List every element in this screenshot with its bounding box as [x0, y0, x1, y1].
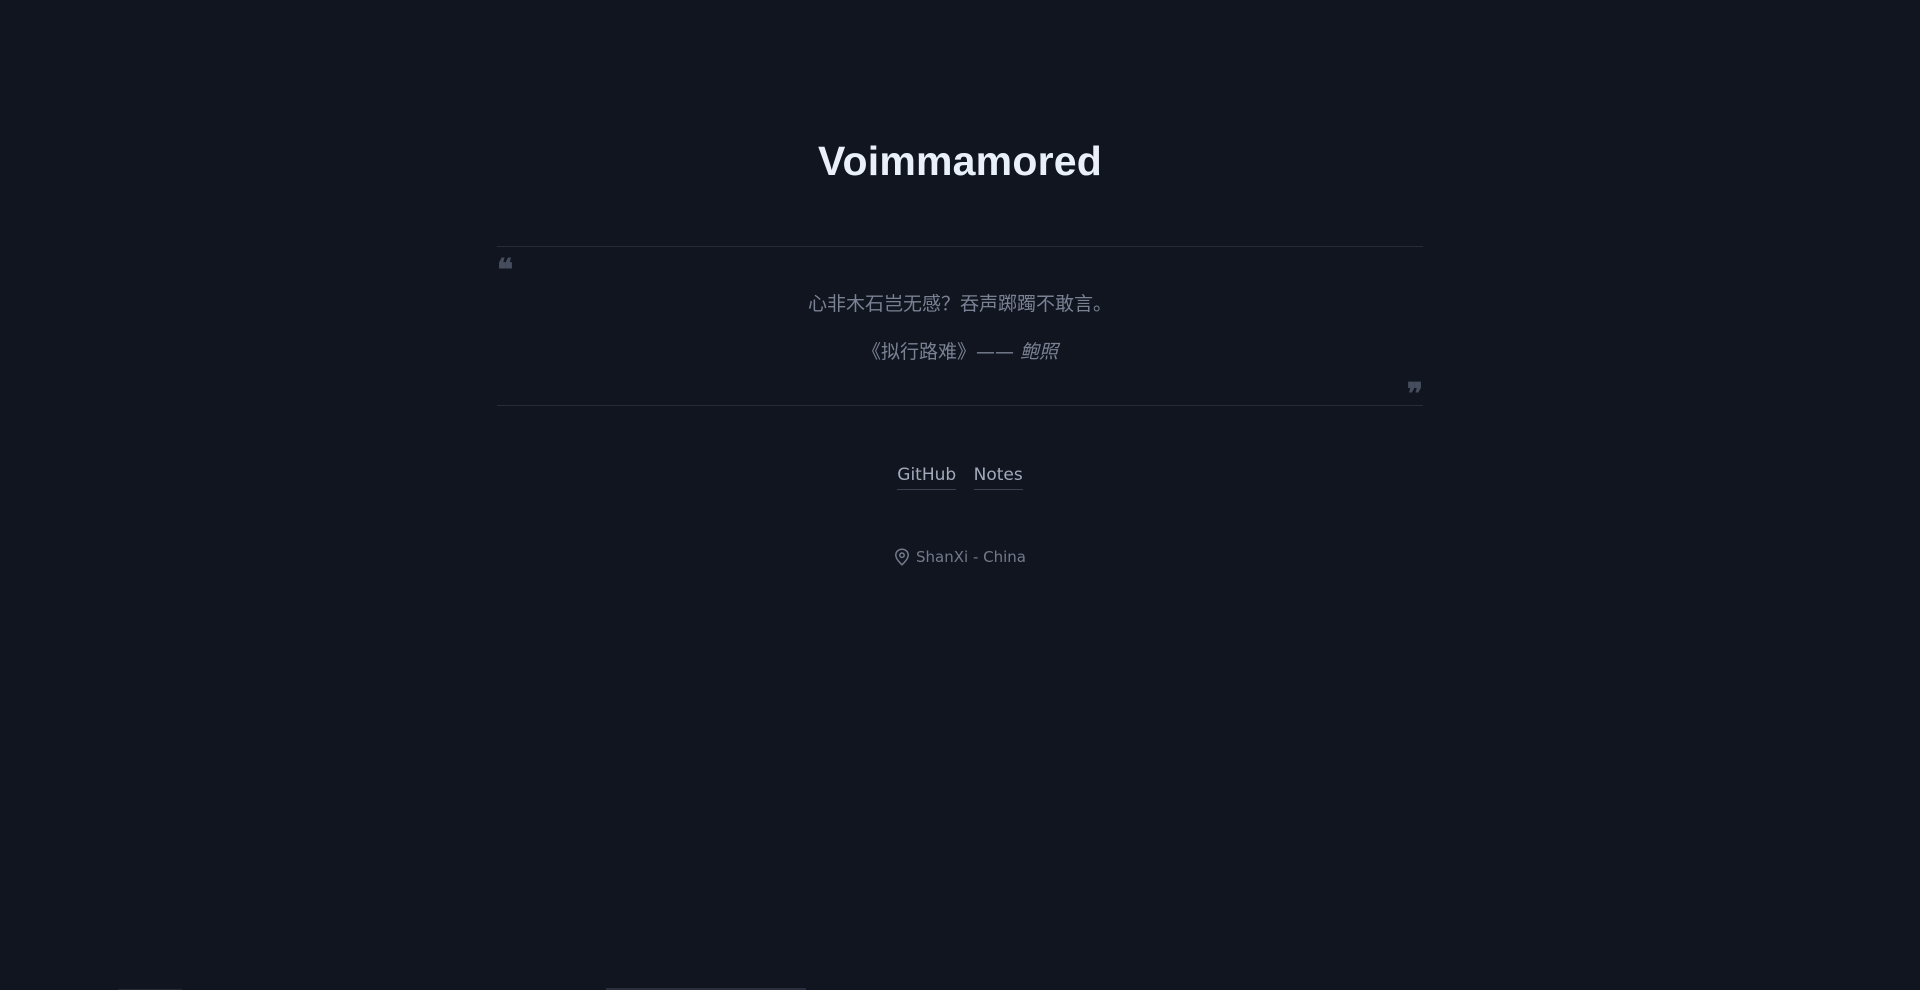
open-quote-icon: ❝: [497, 253, 514, 288]
notes-link[interactable]: Notes: [973, 462, 1023, 490]
site-title: Voimmamored: [818, 138, 1102, 184]
location: ShanXi - China: [0, 545, 1920, 569]
close-quote-icon: ❞: [1406, 377, 1423, 412]
location-text: ShanXi - China: [916, 548, 1026, 566]
social-links: GitHub Notes: [0, 462, 1920, 490]
map-pin-icon: [895, 548, 909, 566]
quote-source-prefix: 《拟行路难》——: [861, 341, 1021, 363]
quote-block: ❝ 心非木石岂无感？吞声踯躅不敢言。 《拟行路难》—— 鲍照 ❞: [497, 246, 1423, 410]
github-link[interactable]: GitHub: [897, 462, 957, 490]
quote-text: 心非木石岂无感？吞声踯躅不敢言。: [807, 293, 1112, 315]
quote-author: 鲍照: [1020, 341, 1059, 363]
quote-source: 《拟行路难》—— 鲍照: [497, 339, 1423, 365]
page: Voimmamored ❝ 心非木石岂无感？吞声踯躅不敢言。 《拟行路难》—— …: [0, 0, 1920, 990]
